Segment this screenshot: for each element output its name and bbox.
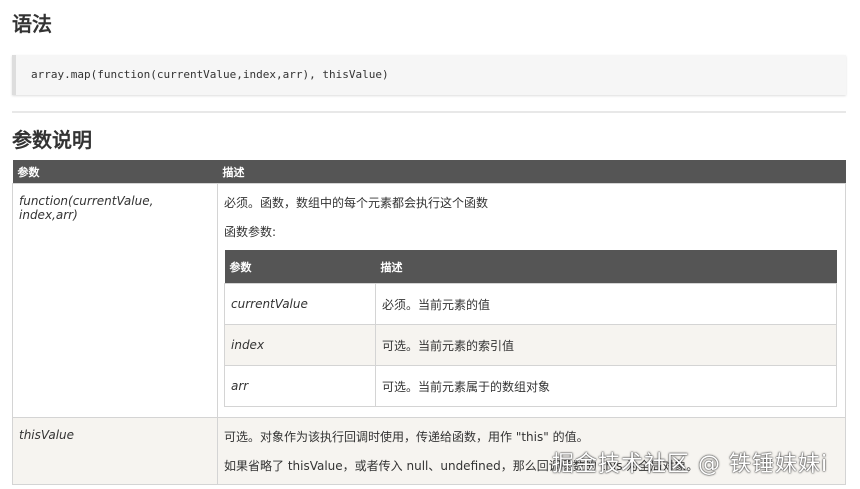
watermark: 掘金技术社区 @ 铁锤妹妹i — [552, 452, 829, 477]
params-heading: 参数说明 — [12, 128, 92, 152]
desc-cell: 必须。函数，数组中的每个元素都会执行这个函数 函数参数: 参数 描述 curren… — [217, 183, 846, 418]
divider — [12, 111, 846, 113]
table-row: arr 可选。当前元素属于的数组对象 — [224, 365, 837, 407]
inner-params-table: 参数 描述 currentValue 必须。当前元素的值 index 可选。当前元素的… — [224, 250, 837, 407]
table-row: index 可选。当前元素的索引值 — [224, 324, 837, 366]
desc-cell: 可选。当前元素属于的数组对象 — [375, 365, 837, 407]
table-row: currentValue 必须。当前元素的值 — [224, 283, 837, 325]
desc-line: 可选。对象作为该执行回调时使用，传递给函数，用作 "this" 的值。 — [224, 430, 589, 444]
param-cell: index — [224, 324, 376, 366]
param-cell: function(currentValue, index,arr) — [12, 183, 218, 418]
desc-line: 函数参数: — [224, 225, 277, 239]
table-row: function(currentValue, index,arr) 必须。函数，… — [12, 183, 846, 418]
params-table: 参数 描述 function(currentValue, index,arr) … — [12, 160, 846, 485]
header-desc: 描述 — [217, 160, 846, 184]
desc-cell: 可选。当前元素的索引值 — [375, 324, 837, 366]
param-cell: currentValue — [224, 283, 376, 325]
param-cell: arr — [224, 365, 376, 407]
param-cell: thisValue — [12, 417, 218, 485]
desc-line: 必须。函数，数组中的每个元素都会执行这个函数 — [224, 196, 489, 210]
code-block: array.map(function(currentValue,index,ar… — [12, 55, 846, 95]
inner-header-param: 参数 — [224, 250, 376, 284]
inner-header-desc: 描述 — [375, 250, 837, 284]
syntax-heading: 语法 — [12, 12, 52, 36]
header-param: 参数 — [12, 160, 218, 184]
desc-cell: 必须。当前元素的值 — [375, 283, 837, 325]
table-header: 参数 描述 — [12, 160, 846, 184]
